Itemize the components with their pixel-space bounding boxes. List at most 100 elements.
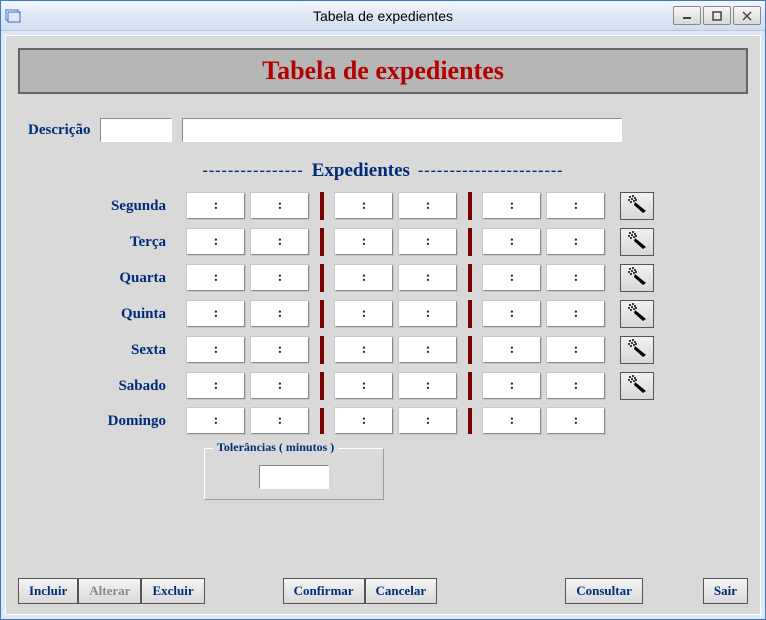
app-icon [5, 8, 21, 24]
time-cell[interactable]: : [483, 193, 541, 219]
period-1: : : [178, 229, 318, 255]
descricao-text-input[interactable] [182, 118, 622, 142]
period-3: : : [474, 229, 614, 255]
vertical-separator [320, 336, 324, 364]
time-cell[interactable]: : [335, 337, 393, 363]
bottom-toolbar: Incluir Alterar Excluir Confirmar Cancel… [18, 578, 748, 604]
incluir-button[interactable]: Incluir [18, 578, 78, 604]
time-cell[interactable]: : [483, 373, 541, 399]
cancelar-button[interactable]: Cancelar [365, 578, 438, 604]
time-cell[interactable]: : [547, 229, 605, 255]
period-3: : : [474, 408, 614, 434]
spray-icon-button[interactable] [620, 372, 654, 400]
spray-icon-button[interactable] [620, 300, 654, 328]
vertical-separator [468, 408, 472, 434]
time-cell[interactable]: : [547, 265, 605, 291]
time-cell[interactable]: : [187, 229, 245, 255]
vertical-separator [468, 372, 472, 400]
spray-icon-button[interactable] [620, 336, 654, 364]
day-label: Domingo [28, 413, 178, 430]
descricao-code-input[interactable] [100, 118, 172, 142]
excluir-button[interactable]: Excluir [141, 578, 204, 604]
time-cell[interactable]: : [335, 265, 393, 291]
time-cell[interactable]: : [187, 301, 245, 327]
spray-icon-button[interactable] [620, 264, 654, 292]
vertical-separator [320, 192, 324, 220]
period-2: : : [326, 301, 466, 327]
spray-icon-button[interactable] [620, 228, 654, 256]
time-cell[interactable]: : [251, 193, 309, 219]
time-cell[interactable]: : [187, 337, 245, 363]
vertical-separator [468, 264, 472, 292]
dashes-right: ----------------------- [418, 162, 564, 180]
time-cell[interactable]: : [187, 193, 245, 219]
time-cell[interactable]: : [251, 408, 309, 434]
spray-icon [626, 374, 648, 399]
tolerancias-input[interactable] [259, 465, 329, 489]
app-window: Tabela de expedientes Tabela de expedien… [0, 0, 766, 620]
day-label: Sexta [28, 342, 178, 359]
vertical-separator [468, 228, 472, 256]
vertical-separator [468, 300, 472, 328]
tolerancias-group: Tolerâncias ( minutos ) [204, 448, 384, 500]
time-cell[interactable]: : [399, 265, 457, 291]
period-3: : : [474, 193, 614, 219]
time-cell[interactable]: : [399, 373, 457, 399]
banner-title: Tabela de expedientes [262, 56, 504, 85]
time-cell[interactable]: : [547, 408, 605, 434]
spray-icon [626, 338, 648, 363]
time-cell[interactable]: : [335, 193, 393, 219]
period-1: : : [178, 408, 318, 434]
time-cell[interactable]: : [399, 193, 457, 219]
time-cell[interactable]: : [547, 373, 605, 399]
expedientes-header: ---------------- Expedientes -----------… [28, 160, 738, 182]
spray-icon [626, 194, 648, 219]
time-cell[interactable]: : [483, 229, 541, 255]
time-cell[interactable]: : [483, 408, 541, 434]
spray-icon [626, 302, 648, 327]
time-cell[interactable]: : [399, 337, 457, 363]
window-title: Tabela de expedientes [313, 8, 453, 24]
time-cell[interactable]: : [251, 265, 309, 291]
period-1: : : [178, 337, 318, 363]
time-cell[interactable]: : [187, 408, 245, 434]
time-cell[interactable]: : [399, 408, 457, 434]
time-cell[interactable]: : [251, 373, 309, 399]
spray-icon [626, 266, 648, 291]
spray-icon-button[interactable] [620, 192, 654, 220]
time-cell[interactable]: : [547, 301, 605, 327]
period-2: : : [326, 193, 466, 219]
time-cell[interactable]: : [399, 229, 457, 255]
confirmar-button[interactable]: Confirmar [283, 578, 365, 604]
time-cell[interactable]: : [335, 301, 393, 327]
time-cell[interactable]: : [547, 193, 605, 219]
time-cell[interactable]: : [251, 229, 309, 255]
day-label: Terça [28, 234, 178, 251]
time-cell[interactable]: : [483, 301, 541, 327]
vertical-separator [468, 192, 472, 220]
time-cell[interactable]: : [335, 229, 393, 255]
alterar-button[interactable]: Alterar [78, 578, 141, 604]
consultar-button[interactable]: Consultar [565, 578, 643, 604]
sair-button[interactable]: Sair [703, 578, 748, 604]
time-cell[interactable]: : [187, 373, 245, 399]
period-1: : : [178, 265, 318, 291]
vertical-separator [320, 372, 324, 400]
period-1: : : [178, 301, 318, 327]
minimize-button[interactable] [673, 6, 701, 25]
time-cell[interactable]: : [399, 301, 457, 327]
time-cell[interactable]: : [187, 265, 245, 291]
expedientes-grid: Segunda : : : : : : Terça : : : : [28, 192, 738, 434]
time-cell[interactable]: : [251, 337, 309, 363]
time-cell[interactable]: : [483, 337, 541, 363]
close-button[interactable] [733, 6, 761, 25]
client-area: Tabela de expedientes Descrição --------… [5, 35, 761, 615]
day-label: Quarta [28, 270, 178, 287]
time-cell[interactable]: : [483, 265, 541, 291]
day-label: Quinta [28, 306, 178, 323]
time-cell[interactable]: : [547, 337, 605, 363]
time-cell[interactable]: : [335, 373, 393, 399]
time-cell[interactable]: : [251, 301, 309, 327]
maximize-button[interactable] [703, 6, 731, 25]
time-cell[interactable]: : [335, 408, 393, 434]
